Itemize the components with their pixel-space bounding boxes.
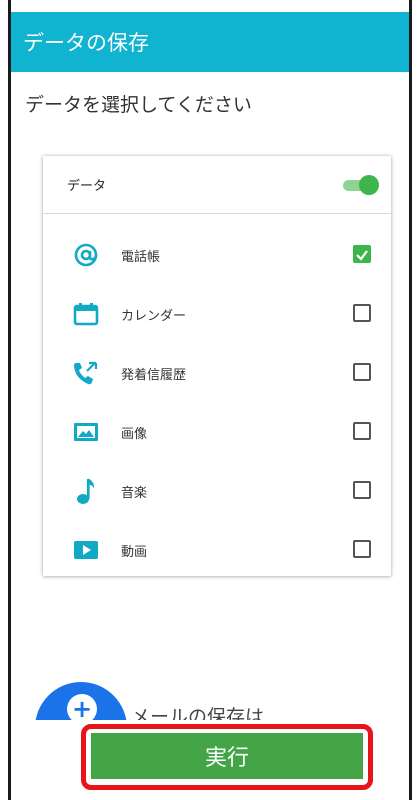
video-icon — [71, 537, 101, 563]
call-log-icon — [71, 360, 101, 386]
checkmark-icon — [356, 250, 368, 261]
call-log-checkbox[interactable] — [353, 363, 371, 381]
calendar-checkbox[interactable] — [353, 304, 371, 322]
toggle-knob — [359, 175, 379, 195]
music-checkbox[interactable] — [353, 481, 371, 499]
list-item-video[interactable]: 動画 — [43, 525, 391, 575]
list-item-label: カレンダー — [121, 309, 187, 324]
app-bar-title: データの保存 — [23, 31, 149, 55]
execute-button[interactable]: 実行 — [91, 733, 363, 779]
list-item-images[interactable]: 画像 — [43, 407, 391, 457]
at-sign-icon — [71, 242, 101, 268]
list-item-label: 音楽 — [121, 486, 148, 501]
image-icon — [71, 419, 101, 445]
list-item-call-log[interactable]: 発着信履歴 — [43, 348, 391, 398]
list-item-label: 電話帳 — [121, 250, 161, 265]
list-item-label: 発着信履歴 — [121, 368, 187, 383]
data-toggle-switch[interactable] — [343, 174, 379, 196]
video-checkbox[interactable] — [353, 540, 371, 558]
instruction-text: データを選択してください — [25, 94, 252, 116]
list-item-label: 動画 — [121, 545, 148, 560]
calendar-icon — [71, 301, 101, 327]
list-item-music[interactable]: 音楽 — [43, 466, 391, 516]
data-header-label: データ — [67, 179, 107, 194]
list-item-contacts[interactable]: 電話帳 — [43, 230, 391, 280]
list-item-label: 画像 — [121, 427, 148, 442]
contacts-checkbox[interactable] — [353, 245, 371, 263]
music-note-icon — [71, 478, 101, 504]
list-item-calendar[interactable]: カレンダー — [43, 289, 391, 339]
images-checkbox[interactable] — [353, 422, 371, 440]
app-bar: データの保存 — [11, 12, 409, 72]
data-selection-card: データ 電話帳 カレンダー 発着信履歴 画像 音楽 動画 — [43, 156, 391, 576]
data-header-row[interactable]: データ — [43, 156, 391, 214]
phone-screen: データの保存 データを選択してください データ 電話帳 カレンダー 発着信履歴 … — [8, 0, 412, 800]
